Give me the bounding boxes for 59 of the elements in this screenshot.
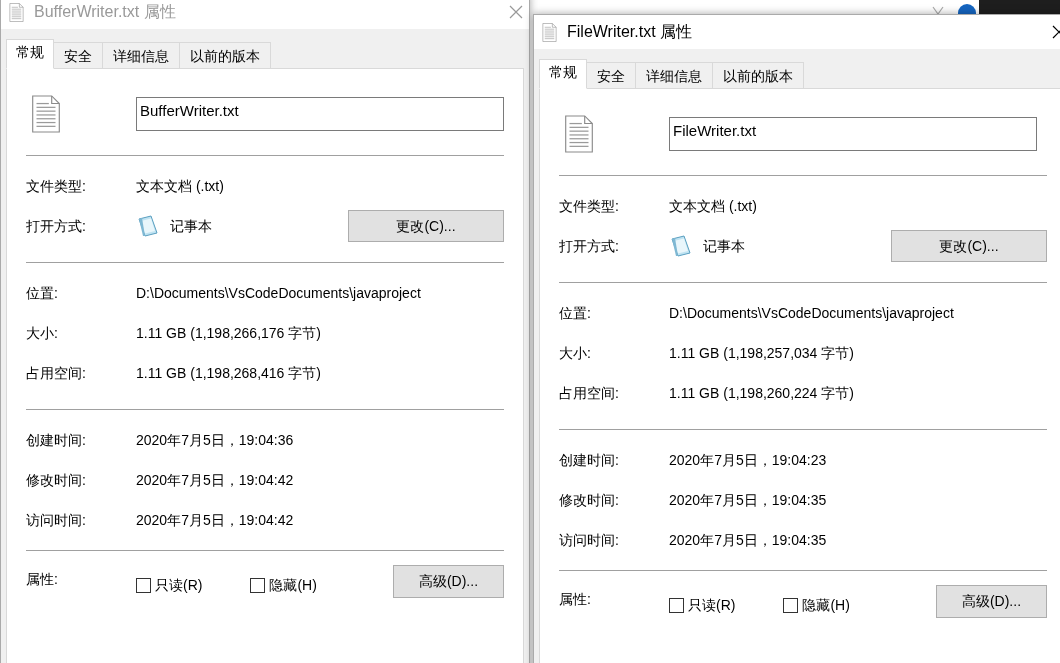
window-title: BufferWriter.txt 属性 [34,2,176,22]
advanced-button[interactable]: 高级(D)... [393,565,504,598]
field-label: 大小: [26,323,59,343]
field-value: D:\Documents\VsCodeDocuments\javaproject [136,283,421,303]
checkbox-square[interactable] [250,578,266,593]
field-value: D:\Documents\VsCodeDocuments\javaproject [669,303,954,323]
field-label: 占用空间: [559,383,620,403]
field-label: 属性: [559,590,592,609]
notepad-icon [669,234,693,258]
field-value: 2020年7月5日，19:04:23 [669,450,827,470]
field-label: 访问时间: [26,510,87,530]
advanced-button[interactable]: 高级(D)... [936,585,1047,618]
window-title: FileWriter.txt 属性 [567,22,693,42]
tab[interactable]: 常规 [6,39,54,69]
field-value: 1.11 GB (1,198,268,416 字节) [136,363,321,383]
checkbox-square[interactable] [669,598,684,613]
checkbox-square[interactable] [783,598,799,613]
tab[interactable]: 以前的版本 [179,42,271,69]
field-value: 记事本 [170,216,212,236]
field-value: 2020年7月5日，19:04:42 [136,470,294,490]
notepad-icon [136,214,160,238]
field-label: 文件类型: [26,176,87,196]
field-label: 访问时间: [559,530,620,550]
checkbox[interactable]: 只读(R) [136,575,203,596]
field-label: 大小: [559,343,592,363]
change-button[interactable]: 更改(C)... [891,230,1047,262]
field-value: 文本文档 (.txt) [669,196,757,216]
field-value: 记事本 [703,236,745,256]
tab[interactable]: 常规 [539,59,587,89]
field-label: 位置: [26,283,59,303]
document-icon [542,22,557,42]
document-icon [564,115,594,153]
field-value: 1.11 GB (1,198,257,034 字节) [669,343,854,363]
field-label: 位置: [559,303,592,323]
field-label: 打开方式: [26,216,87,236]
field-label: 修改时间: [559,490,620,510]
field-value: 2020年7月5日，19:04:35 [669,530,827,550]
field-label: 文件类型: [559,196,620,216]
field-value: 2020年7月5日，19:04:35 [669,490,827,510]
field-label: 占用空间: [26,363,87,383]
tab[interactable]: 以前的版本 [712,62,804,89]
checkbox[interactable]: 隐藏(H) [783,595,850,616]
checkbox[interactable]: 隐藏(H) [250,575,317,596]
field-label: 创建时间: [26,430,87,450]
field-label: 修改时间: [26,470,87,490]
field-label: 打开方式: [559,236,620,256]
field-value: 2020年7月5日，19:04:36 [136,430,294,450]
file-name-field[interactable]: FileWriter.txt [669,117,1037,151]
field-value: 文本文档 (.txt) [136,176,224,196]
checkbox-square[interactable] [136,578,151,593]
change-button[interactable]: 更改(C)... [348,210,504,242]
file-name-field[interactable]: BufferWriter.txt [136,97,504,131]
field-label: 创建时间: [559,450,620,470]
field-value: 1.11 GB (1,198,266,176 字节) [136,323,321,343]
field-label: 属性: [26,570,59,589]
checkbox[interactable]: 只读(R) [669,595,736,616]
field-value: 1.11 GB (1,198,260,224 字节) [669,383,854,403]
field-value: 2020年7月5日，19:04:42 [136,510,294,530]
document-icon [31,95,61,133]
